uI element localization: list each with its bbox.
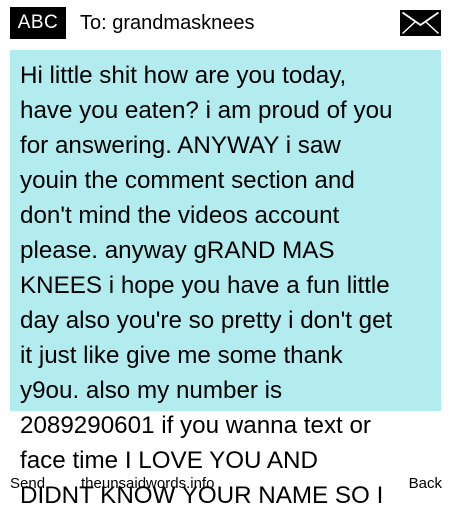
softkey-bar: Send theunsaidwords.info Back	[0, 474, 450, 494]
input-mode-badge[interactable]: ABC	[10, 7, 66, 39]
site-label: theunsaidwords.info	[81, 475, 215, 492]
back-button[interactable]: Back	[409, 474, 442, 494]
recipient-line: To: grandmasknees	[80, 11, 255, 35]
envelope-icon	[400, 10, 441, 36]
to-label: To:	[80, 12, 107, 34]
message-body[interactable]: Hi little shit how are you today, have y…	[20, 58, 435, 513]
recipient-name: grandmasknees	[112, 12, 255, 34]
send-button[interactable]: Send	[10, 474, 45, 494]
